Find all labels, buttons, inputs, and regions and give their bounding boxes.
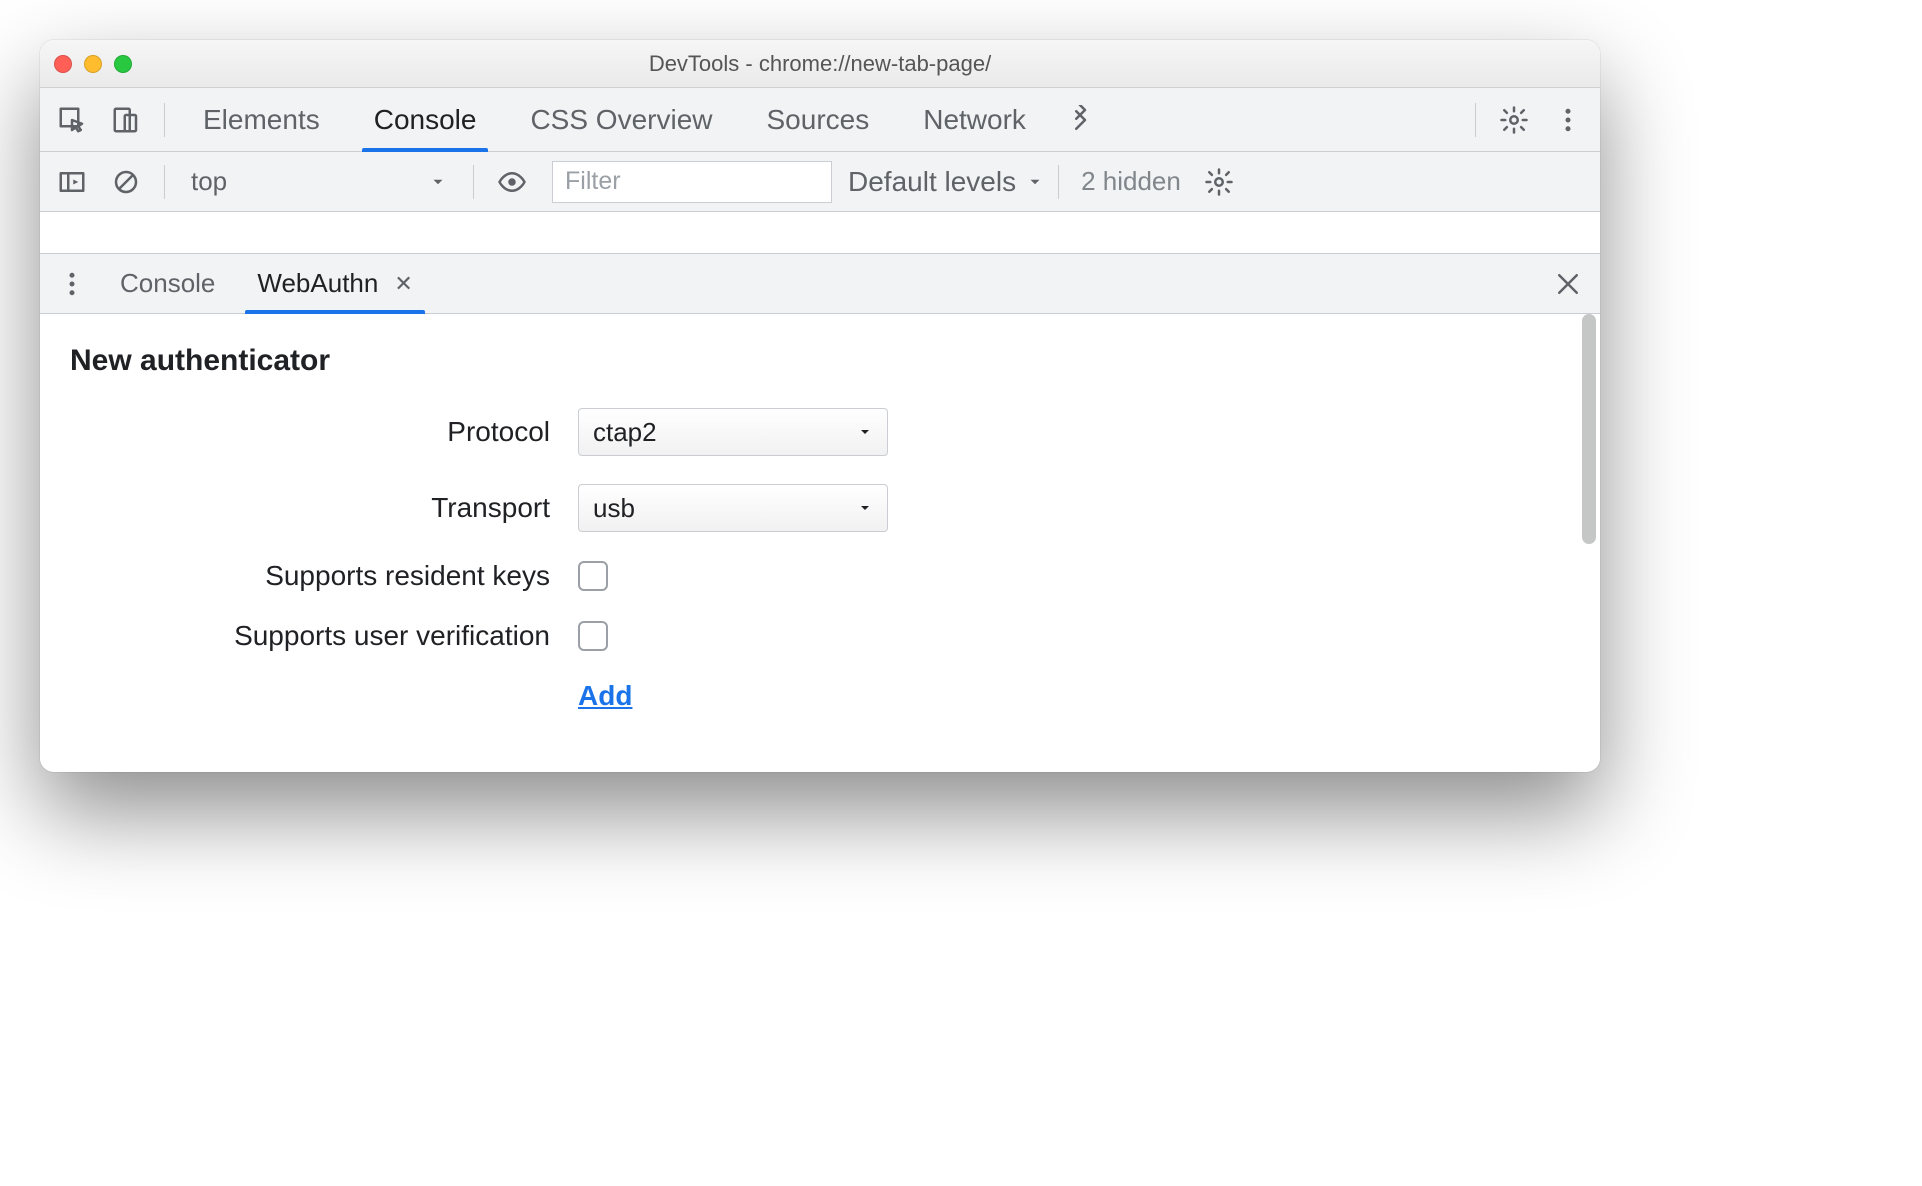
protocol-label: Protocol — [70, 416, 550, 448]
zoom-window-button[interactable] — [114, 55, 132, 73]
traffic-lights — [54, 55, 132, 73]
tab-label: CSS Overview — [530, 104, 712, 136]
tab-label: Console — [374, 104, 477, 136]
resident-keys-row: Supports resident keys — [70, 560, 1570, 592]
levels-label: Default levels — [848, 166, 1016, 198]
tab-elements[interactable]: Elements — [179, 88, 344, 151]
title-bar: DevTools - chrome://new-tab-page/ — [40, 40, 1600, 88]
transport-value: usb — [593, 493, 635, 524]
panel-heading: New authenticator — [70, 344, 1570, 378]
add-row: Add — [70, 680, 1570, 712]
webauthn-panel: New authenticator Protocol ctap2 Transpo… — [40, 314, 1600, 772]
log-levels-select[interactable]: Default levels — [848, 166, 1044, 198]
device-toolbar-icon[interactable] — [102, 96, 150, 144]
user-verification-row: Supports user verification — [70, 620, 1570, 652]
console-output-area — [40, 212, 1600, 254]
chevron-down-icon — [857, 424, 873, 440]
console-settings-gear-icon[interactable] — [1195, 158, 1243, 206]
add-authenticator-button[interactable]: Add — [578, 680, 632, 712]
tab-network[interactable]: Network — [899, 88, 1050, 151]
tab-console[interactable]: Console — [350, 88, 501, 151]
window-title: DevTools - chrome://new-tab-page/ — [40, 40, 1600, 87]
chevron-down-icon — [429, 173, 447, 191]
tab-label: Sources — [767, 104, 870, 136]
tab-label: Elements — [203, 104, 320, 136]
separator — [473, 165, 474, 199]
console-sidebar-toggle-icon[interactable] — [48, 158, 96, 206]
devtools-main-tabs: Elements Console CSS Overview Sources Ne… — [40, 88, 1600, 152]
execution-context-select[interactable]: top — [179, 162, 459, 202]
minimize-window-button[interactable] — [84, 55, 102, 73]
tab-label: Network — [923, 104, 1026, 136]
new-authenticator-form: Protocol ctap2 Transport usb Supports re… — [70, 408, 1570, 712]
drawer-tab-webauthn[interactable]: WebAuthn ✕ — [239, 254, 430, 313]
separator — [1475, 103, 1476, 137]
user-verification-label: Supports user verification — [70, 620, 550, 652]
protocol-select[interactable]: ctap2 — [578, 408, 888, 456]
kebab-menu-icon[interactable] — [1544, 96, 1592, 144]
settings-gear-icon[interactable] — [1490, 96, 1538, 144]
drawer-tab-console[interactable]: Console — [102, 254, 233, 313]
more-tabs-icon[interactable] — [1056, 96, 1104, 144]
transport-label: Transport — [70, 492, 550, 524]
inspect-element-icon[interactable] — [48, 96, 96, 144]
separator — [1058, 165, 1059, 199]
hidden-messages-count[interactable]: 2 hidden — [1081, 166, 1181, 197]
protocol-row: Protocol ctap2 — [70, 408, 1570, 456]
chevron-down-icon — [857, 500, 873, 516]
drawer-kebab-menu-icon[interactable] — [48, 260, 96, 308]
live-expression-eye-icon[interactable] — [488, 158, 536, 206]
clear-console-icon[interactable] — [102, 158, 150, 206]
context-value: top — [191, 166, 227, 197]
drawer-tabs: Console WebAuthn ✕ — [40, 254, 1600, 314]
transport-select[interactable]: usb — [578, 484, 888, 532]
tab-css-overview[interactable]: CSS Overview — [506, 88, 736, 151]
tab-sources[interactable]: Sources — [743, 88, 894, 151]
user-verification-checkbox[interactable] — [578, 621, 608, 651]
resident-keys-label: Supports resident keys — [70, 560, 550, 592]
chevron-down-icon — [1026, 173, 1044, 191]
separator — [164, 165, 165, 199]
resident-keys-checkbox[interactable] — [578, 561, 608, 591]
filter-placeholder: Filter — [565, 167, 621, 196]
close-drawer-icon[interactable] — [1544, 260, 1592, 308]
drawer-tab-label: WebAuthn — [257, 268, 378, 299]
close-window-button[interactable] — [54, 55, 72, 73]
console-filter-input[interactable]: Filter — [552, 161, 832, 203]
protocol-value: ctap2 — [593, 417, 657, 448]
transport-row: Transport usb — [70, 484, 1570, 532]
close-tab-icon[interactable]: ✕ — [394, 271, 412, 297]
drawer-tab-label: Console — [120, 268, 215, 299]
console-toolbar: top Filter Default levels 2 hidden — [40, 152, 1600, 212]
devtools-window: DevTools - chrome://new-tab-page/ Elemen… — [40, 40, 1600, 772]
scrollbar-thumb[interactable] — [1582, 314, 1596, 544]
separator — [164, 103, 165, 137]
